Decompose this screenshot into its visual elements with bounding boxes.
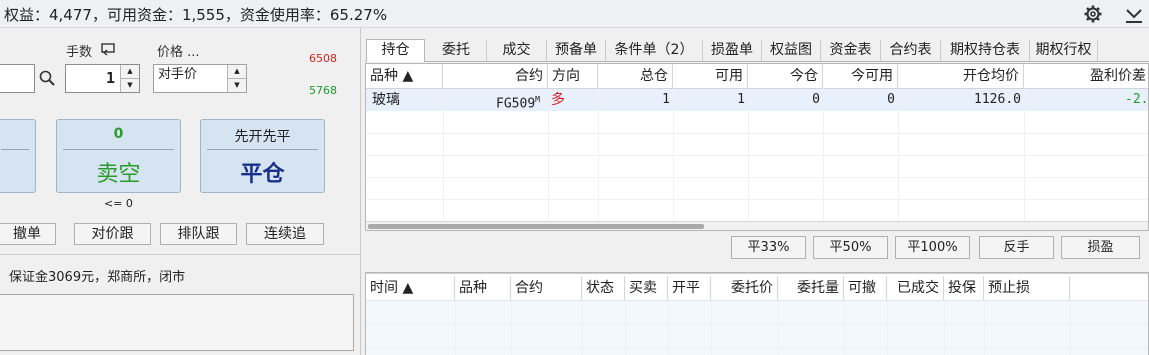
tab-positions[interactable]: 持仓: [366, 39, 425, 62]
tab-strip-line: [365, 61, 1149, 62]
sell-limit-text: <= 0: [104, 197, 133, 210]
cell-avg-price: 1126.0: [974, 92, 1021, 107]
increment-icon[interactable]: ▲: [228, 65, 246, 79]
collapse-down-icon[interactable]: [1124, 4, 1144, 24]
close-position-label: 平仓: [240, 162, 285, 187]
tab-stop-orders[interactable]: 损盈单: [703, 40, 762, 61]
cell-total: 1: [662, 92, 670, 107]
queue-follow-button[interactable]: 排队跟: [160, 223, 237, 245]
column-header-product[interactable]: 品种 ▲: [366, 64, 443, 88]
cell-available: 1: [737, 92, 745, 107]
account-summary-text: 权益：4,477，可用资金：1,555，资金使用率：65.27%: [4, 6, 388, 24]
column-header-product[interactable]: 品种: [455, 276, 511, 300]
column-header-contract[interactable]: 合约: [511, 276, 582, 300]
price-value: 对手价: [158, 67, 198, 82]
column-header-order-qty[interactable]: 委托量: [778, 276, 844, 300]
quantity-label: 手数: [66, 45, 93, 60]
table-row[interactable]: 玻璃 FG509M 多 1 1 0 0 1126.0 -2.0: [366, 89, 1148, 111]
quantity-stepper[interactable]: 1 ▲ ▼: [65, 64, 140, 93]
tab-option-exercise[interactable]: 期权行权: [1030, 40, 1098, 61]
tab-option-positions[interactable]: 期权持仓表: [941, 40, 1030, 61]
increment-icon[interactable]: ▲: [121, 65, 139, 79]
quantity-spinner[interactable]: ▲ ▼: [120, 65, 139, 92]
price-stepper[interactable]: 对手价 ▲ ▼: [153, 64, 247, 93]
tab-equity-chart[interactable]: 权益图: [762, 40, 821, 61]
column-header-today-available[interactable]: 今可用: [823, 64, 898, 88]
cell-direction: 多: [551, 92, 565, 108]
sell-count: 0: [113, 126, 124, 142]
divider: [0, 254, 360, 255]
tab-contract-table[interactable]: 合约表: [881, 40, 941, 61]
column-header-stop-loss[interactable]: 预止损: [984, 276, 1070, 300]
reverse-button[interactable]: 反手: [979, 236, 1054, 259]
contract-code: FG509: [496, 96, 536, 112]
column-header-available[interactable]: 可用: [673, 64, 748, 88]
close-position-button[interactable]: 先开先平 平仓: [200, 119, 325, 193]
cell-today-available: 0: [887, 92, 895, 107]
message-box: [0, 294, 354, 351]
column-header-contract[interactable]: 合约: [443, 64, 548, 88]
contract-input[interactable]: [0, 64, 35, 93]
close-mode-label: 先开先平: [234, 129, 291, 145]
column-header-hedge[interactable]: 投保: [944, 276, 984, 300]
cancel-order-button[interactable]: 撤单: [0, 223, 56, 245]
ask-price: 6508: [309, 52, 337, 65]
column-header-direction[interactable]: 方向: [548, 64, 598, 88]
scrollbar-thumb[interactable]: [368, 224, 704, 229]
search-icon[interactable]: [39, 70, 55, 86]
price-spinner[interactable]: ▲ ▼: [227, 65, 246, 92]
buy-long-button[interactable]: [0, 119, 36, 193]
tab-prepared-orders[interactable]: 预备单: [547, 40, 606, 61]
cell-today: 0: [812, 92, 820, 107]
column-header-status[interactable]: 状态: [582, 276, 625, 300]
column-header-total[interactable]: 总仓: [598, 64, 673, 88]
tab-orders[interactable]: 委托: [426, 40, 487, 61]
follow-price-button[interactable]: 对价跟: [74, 223, 151, 245]
sell-short-button[interactable]: 0 卖空: [56, 119, 181, 193]
column-header-open-close[interactable]: 开平: [668, 276, 711, 300]
contract-suffix: M: [535, 95, 540, 104]
column-header-profit-diff[interactable]: 盈利价差: [1024, 64, 1148, 88]
switch-icon[interactable]: [101, 43, 117, 57]
gear-icon[interactable]: [1083, 4, 1103, 24]
positions-table: 品种 ▲ 合约 方向 总仓 可用 今仓 今可用 开仓均价 盈利价差 玻璃 FG5…: [365, 63, 1149, 231]
close-33-button[interactable]: 平33%: [731, 236, 806, 259]
tab-funds-table[interactable]: 资金表: [821, 40, 881, 61]
close-100-button[interactable]: 平100%: [895, 236, 970, 259]
stop-profit-loss-button[interactable]: 损盈: [1061, 236, 1140, 259]
column-header-avg-price[interactable]: 开仓均价: [898, 64, 1024, 88]
price-label: 价格 ...: [157, 45, 200, 60]
decrement-icon[interactable]: ▼: [121, 79, 139, 93]
orders-table: 时间 ▲ 品种 合约 状态 买卖 开平 委托价 委托量 可撤 已成交 投保 预止…: [365, 272, 1149, 355]
bid-price: 5768: [309, 84, 337, 97]
decrement-icon[interactable]: ▼: [228, 79, 246, 93]
sell-short-label: 卖空: [96, 162, 141, 187]
column-header-side[interactable]: 买卖: [625, 276, 668, 300]
column-header-time[interactable]: 时间 ▲: [366, 276, 455, 300]
horizontal-scrollbar[interactable]: [366, 221, 1148, 230]
column-header-today[interactable]: 今仓: [748, 64, 823, 88]
column-header-filled[interactable]: 已成交: [887, 276, 944, 300]
margin-status-text: 保证金3069元，郑商所，闭市: [9, 270, 186, 285]
close-50-button[interactable]: 平50%: [813, 236, 888, 259]
column-header-order-price[interactable]: 委托价: [711, 276, 778, 300]
column-header-cancellable[interactable]: 可撤: [844, 276, 887, 300]
cell-profit-diff: -2.0: [1125, 92, 1149, 107]
quantity-value: 1: [105, 69, 115, 87]
cell-contract: FG509M: [443, 89, 540, 111]
chase-button[interactable]: 连续追: [246, 223, 324, 245]
tab-trades[interactable]: 成交: [487, 40, 547, 61]
cell-product: 玻璃: [372, 92, 400, 108]
tab-conditional-orders[interactable]: 条件单（2）: [606, 40, 703, 61]
